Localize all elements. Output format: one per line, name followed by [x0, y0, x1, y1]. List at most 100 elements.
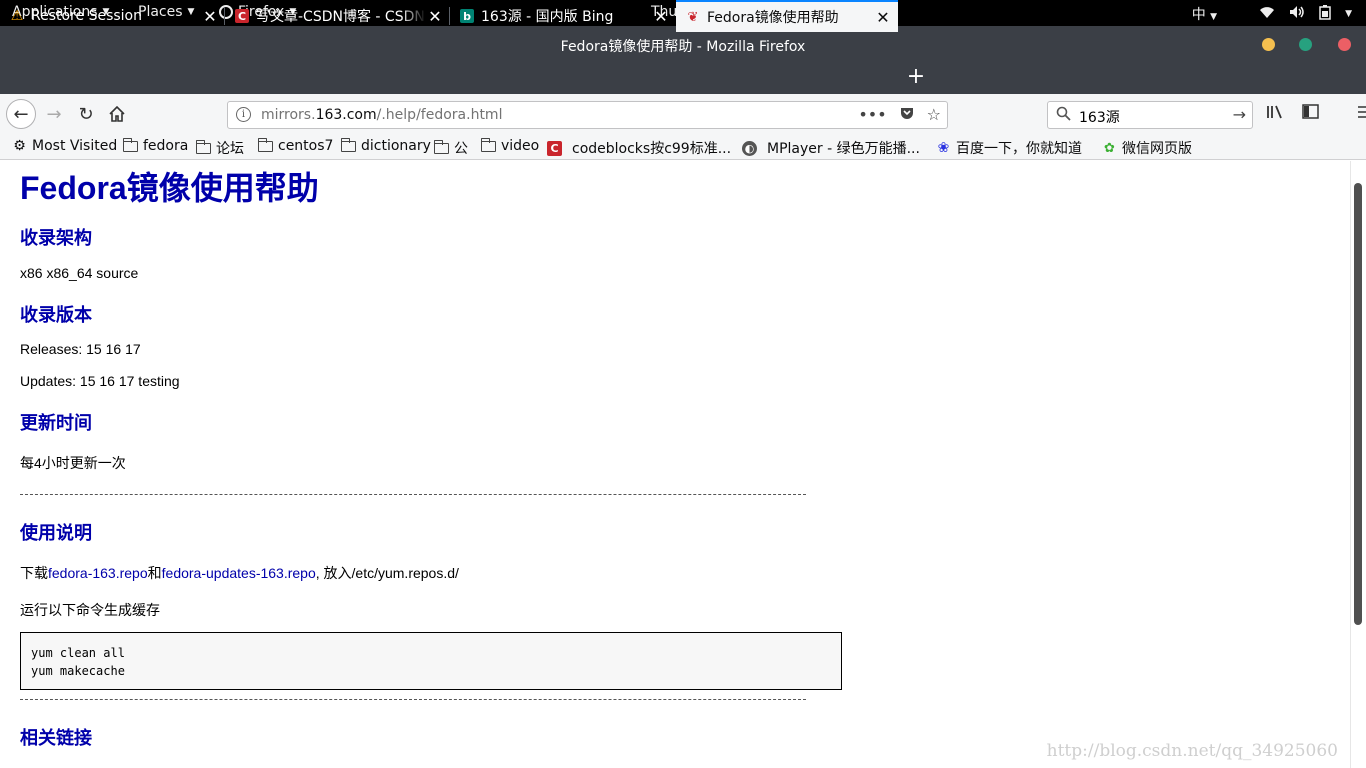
- csdn-icon: C: [547, 140, 562, 156]
- tab-bing[interactable]: b 163源 - 国内版 Bing ✕: [450, 0, 676, 32]
- tab-label: 163源 - 国内版 Bing: [481, 9, 614, 25]
- close-tab-icon[interactable]: ✕: [652, 7, 670, 26]
- bookmark-label: video: [501, 138, 540, 154]
- tab-fedora-help[interactable]: ❦ Fedora镜像使用帮助 ✕: [676, 0, 898, 32]
- bookmark-label: 微信网页版: [1122, 141, 1192, 157]
- battery-icon[interactable]: [1319, 4, 1331, 24]
- releases-text: Releases: 15 16 17: [20, 341, 141, 357]
- tab-csdn[interactable]: C 写文章-CSDN博客 - CSDN ✕: [225, 0, 450, 32]
- search-input[interactable]: 163源: [1079, 107, 1120, 127]
- tab-label: Fedora镜像使用帮助: [707, 10, 839, 26]
- usage-download-label: 下载: [20, 565, 48, 581]
- bookmark-folder-gong[interactable]: 公: [434, 138, 468, 158]
- architectures-text: x86 x86_64 source: [20, 265, 139, 281]
- bookmark-folder-forum[interactable]: 论坛: [196, 138, 244, 158]
- close-tab-icon[interactable]: ✕: [874, 8, 892, 27]
- system-tray: 中 ▼ ▼: [1192, 4, 1352, 24]
- bookmark-label: 论坛: [216, 141, 244, 157]
- code-line: yum clean all: [31, 646, 125, 660]
- close-tab-icon[interactable]: ✕: [426, 7, 444, 26]
- bookmark-most-visited[interactable]: ⚙ Most Visited: [12, 138, 117, 154]
- watermark: http://blog.csdn.net/qq_34925060: [1046, 741, 1338, 761]
- new-tab-button[interactable]: +: [905, 62, 927, 94]
- minimize-button[interactable]: [1262, 38, 1275, 51]
- tab-restore-session[interactable]: ⚠ Restore Session ✕: [0, 0, 225, 32]
- system-menu-chevron-icon[interactable]: ▼: [1345, 9, 1352, 19]
- window-title: Fedora镜像使用帮助 - Mozilla Firefox: [560, 39, 806, 55]
- reload-button[interactable]: ↻: [72, 100, 100, 128]
- repo-link-fedora[interactable]: fedora-163.repo: [48, 565, 148, 581]
- site-info-icon[interactable]: i: [236, 107, 251, 122]
- divider: [20, 494, 806, 495]
- search-icon: [1056, 106, 1071, 125]
- wifi-icon[interactable]: [1259, 5, 1275, 23]
- bookmarks-toolbar: ⚙ Most Visited fedora 论坛 centos7 diction…: [0, 134, 1366, 160]
- url-domain: 163.com: [315, 107, 377, 123]
- pocket-icon[interactable]: [899, 105, 915, 125]
- heading-architectures: 收录架构: [20, 228, 92, 248]
- bookmark-folder-centos7[interactable]: centos7: [258, 137, 334, 154]
- bookmark-label: 百度一下，你就知道: [956, 141, 1082, 157]
- heading-update-time: 更新时间: [20, 413, 92, 433]
- mirror-icon: ❦: [687, 9, 699, 25]
- bookmark-label: Most Visited: [32, 138, 118, 154]
- library-icon[interactable]: [1266, 104, 1284, 124]
- update-time-text: 每4小时更新一次: [20, 455, 126, 471]
- cache-instruction-text: 运行以下命令生成缓存: [20, 602, 160, 618]
- plus-icon: +: [906, 64, 926, 89]
- search-bar[interactable]: 163源 →: [1047, 101, 1253, 129]
- search-go-icon[interactable]: →: [1233, 105, 1246, 124]
- bookmark-codeblocks[interactable]: C codeblocks按c99标准...: [547, 138, 731, 158]
- close-tab-icon[interactable]: ✕: [201, 7, 219, 26]
- tab-strip: [0, 62, 1366, 94]
- tab-label: Restore Session: [31, 8, 142, 24]
- scrollbar-thumb[interactable]: [1354, 183, 1362, 625]
- url-bar[interactable]: i mirrors.163.com/.help/fedora.html ••• …: [227, 101, 948, 129]
- volume-icon[interactable]: [1289, 5, 1305, 23]
- wechat-icon: ✿: [1104, 140, 1115, 156]
- bookmark-label: 公: [454, 141, 468, 157]
- page-content: Fedora镜像使用帮助 收录架构 x86 x86_64 source 收录版本…: [0, 161, 1350, 768]
- csdn-icon: C: [235, 9, 249, 23]
- maximize-button[interactable]: [1299, 38, 1312, 51]
- url-path: /.help/fedora.html: [376, 107, 503, 123]
- usage-text: 下载fedora-163.repo和fedora-updates-163.rep…: [20, 563, 459, 583]
- bookmark-folder-video[interactable]: video: [481, 137, 540, 154]
- home-icon: [109, 106, 125, 122]
- heading-usage: 使用说明: [20, 523, 92, 543]
- folder-icon: [196, 139, 211, 154]
- bing-icon: b: [460, 9, 474, 23]
- sidebar-icon[interactable]: [1302, 104, 1319, 124]
- usage-and-label: 和: [147, 565, 162, 581]
- repo-link-fedora-updates[interactable]: fedora-updates-163.repo: [162, 565, 316, 581]
- close-window-button[interactable]: [1338, 38, 1351, 51]
- hamburger-menu-icon[interactable]: [1357, 104, 1366, 124]
- input-method-label: 中: [1191, 7, 1206, 23]
- divider: [20, 699, 806, 700]
- heading-versions: 收录版本: [20, 305, 92, 325]
- input-method-indicator[interactable]: 中 ▼: [1192, 4, 1217, 24]
- bookmark-label: fedora: [143, 138, 189, 154]
- bookmark-mplayer[interactable]: ◐ MPlayer - 绿色万能播...: [742, 138, 920, 158]
- bookmark-baidu[interactable]: ❀ 百度一下，你就知道: [936, 138, 1082, 158]
- forward-button[interactable]: →: [40, 100, 68, 128]
- arrow-right-icon: →: [46, 103, 62, 125]
- gear-icon: ⚙: [13, 138, 26, 154]
- home-button[interactable]: [103, 100, 131, 128]
- page-actions-icon[interactable]: •••: [858, 105, 886, 125]
- heading-related-links: 相关链接: [20, 728, 92, 748]
- page-title: Fedora镜像使用帮助: [20, 170, 319, 206]
- bookmark-folder-dictionary[interactable]: dictionary: [341, 137, 431, 154]
- url-actions: ••• ☆: [858, 105, 941, 125]
- bookmark-label: centos7: [278, 138, 334, 154]
- usage-put-label: , 放入/etc/yum.repos.d/: [315, 565, 459, 581]
- toolbar-right: [1266, 104, 1366, 124]
- arrow-left-icon: ←: [13, 103, 29, 125]
- bookmark-wechat[interactable]: ✿ 微信网页版: [1102, 138, 1192, 158]
- bookmark-folder-fedora[interactable]: fedora: [123, 137, 189, 154]
- url-prefix: mirrors.: [261, 107, 316, 123]
- folder-icon: [258, 137, 273, 152]
- vertical-scrollbar[interactable]: [1350, 161, 1366, 768]
- back-button[interactable]: ←: [6, 99, 36, 129]
- bookmark-star-icon[interactable]: ☆: [927, 105, 941, 125]
